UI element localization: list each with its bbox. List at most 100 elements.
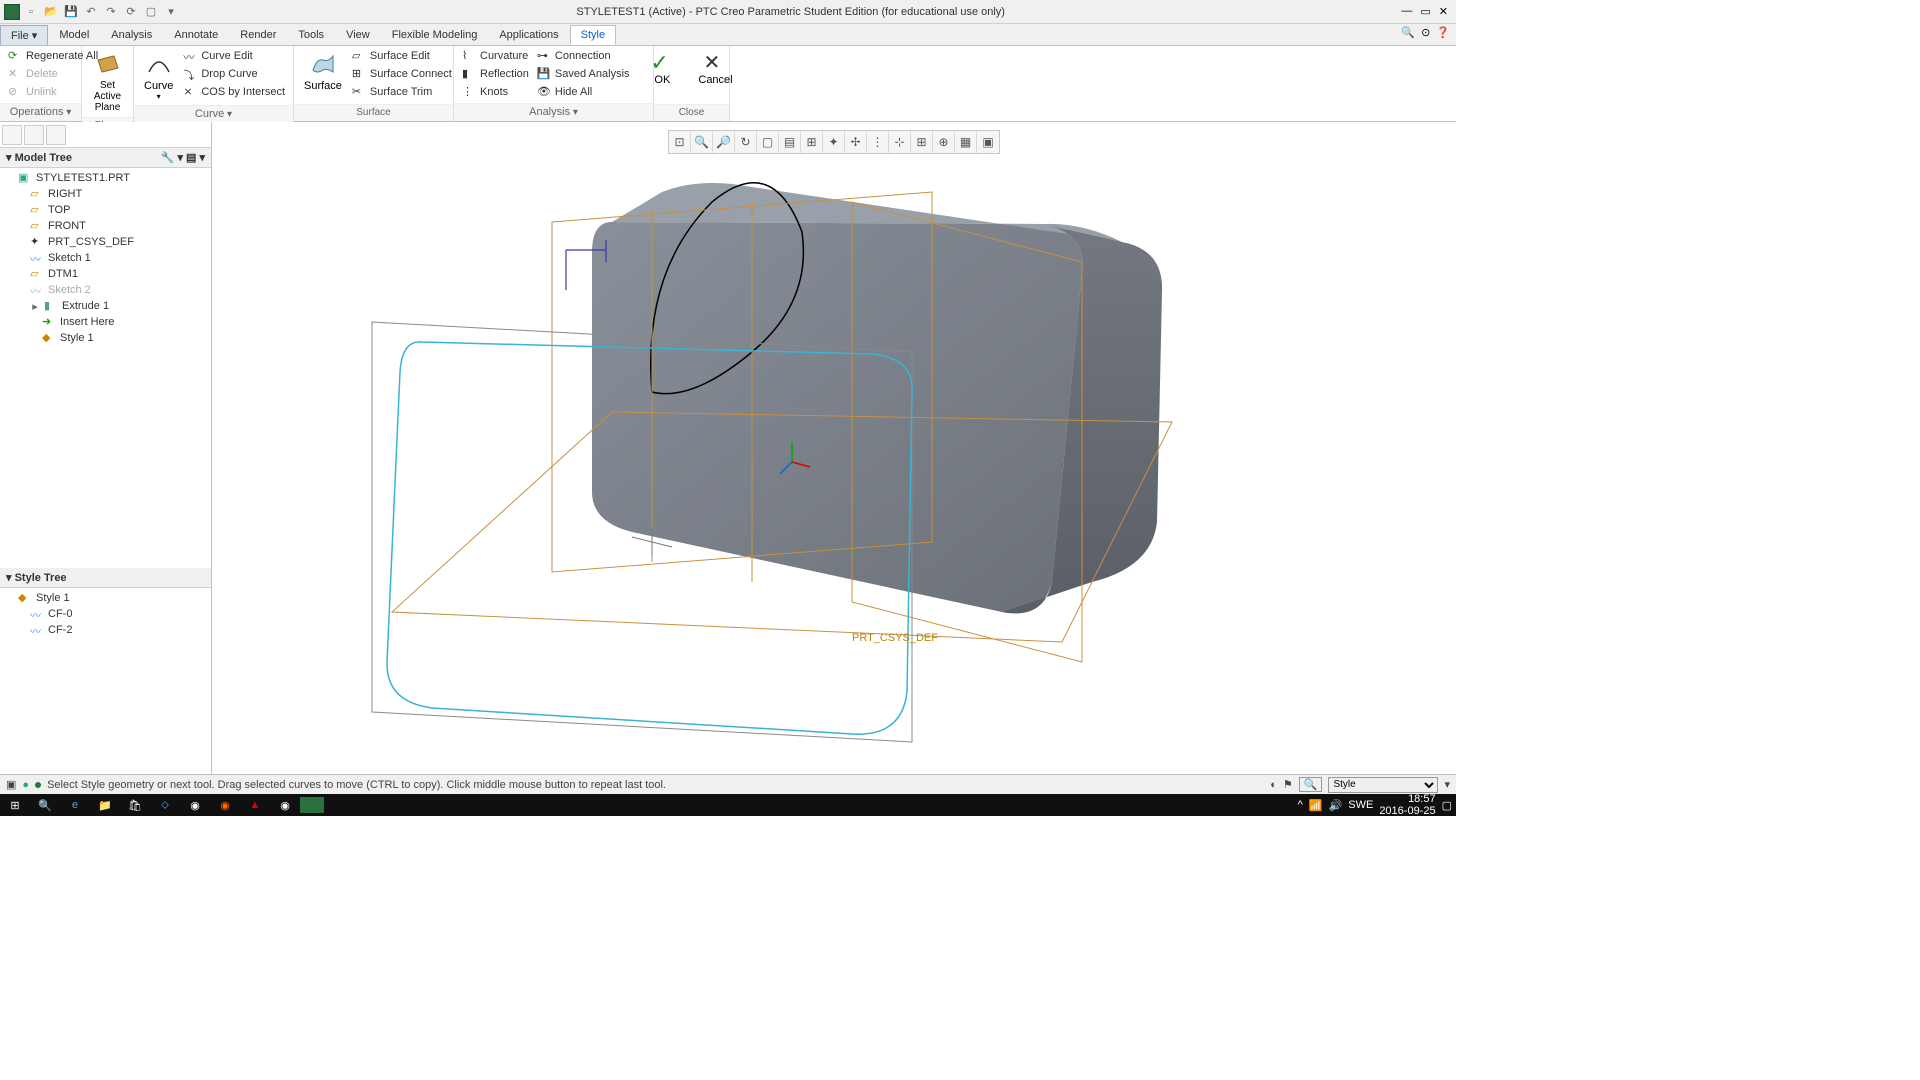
qat-regen[interactable]: ⟳ xyxy=(122,3,140,21)
tree-item-extrude1[interactable]: ▸▮Extrude 1 xyxy=(0,298,211,314)
creo-taskbar-icon[interactable] xyxy=(300,797,324,813)
firefox-icon[interactable]: ◉ xyxy=(210,794,240,816)
tab-file[interactable]: File ▾ xyxy=(0,25,48,45)
status-flag-1[interactable]: ◐ xyxy=(1270,779,1277,791)
ribbon-tabs: File ▾ Model Analysis Annotate Render To… xyxy=(0,24,1456,46)
viewport[interactable]: ⊡ 🔍 🔎 ↻ ▢ ▤ ⊞ ✦ ✢ ⋮ ⊹ ⊞ ⊕ ▦ ▣ xyxy=(212,122,1456,788)
help-icon[interactable]: ❓ xyxy=(1436,26,1450,39)
title-bar: ▫ 📂 💾 ↶ ↷ ⟳ ▢ ▾ STYLETEST1 (Active) - PT… xyxy=(0,0,1456,24)
qat-open[interactable]: 📂 xyxy=(42,3,60,21)
tray-wifi-icon[interactable]: 📶 xyxy=(1309,799,1323,812)
tree-item-right[interactable]: ▱RIGHT xyxy=(0,186,211,202)
surface-button[interactable]: Surface xyxy=(300,48,346,94)
status-find-icon[interactable]: 🔍 xyxy=(1299,777,1323,792)
cancel-button[interactable]: ✕Cancel xyxy=(690,48,740,88)
settings-icon[interactable]: ⊙ xyxy=(1421,26,1430,39)
status-message: Select Style geometry or next tool. Drag… xyxy=(47,779,666,791)
tab-analysis[interactable]: Analysis xyxy=(100,25,163,45)
tree-item-front[interactable]: ▱FRONT xyxy=(0,218,211,234)
chrome-icon[interactable]: ◉ xyxy=(180,794,210,816)
close-button[interactable]: ✕ xyxy=(1439,5,1448,18)
tab-flexible[interactable]: Flexible Modeling xyxy=(381,25,489,45)
status-mode-select[interactable]: Style xyxy=(1328,777,1438,793)
store-icon[interactable]: 🛍 xyxy=(120,794,150,816)
cos-by-intersect-button[interactable]: ⨯COS by Intersect xyxy=(181,84,287,100)
surface-edit-button[interactable]: ▱Surface Edit xyxy=(350,48,454,64)
tray-clock[interactable]: 18:572016-09-25 xyxy=(1379,793,1435,817)
adobe-icon[interactable]: ▲ xyxy=(240,794,270,816)
status-icon-1[interactable]: ▣ xyxy=(6,778,16,791)
dropbox-icon[interactable]: ⬦ xyxy=(150,794,180,816)
analysis-group-label: Analysis ▾ xyxy=(454,103,653,121)
surface-icon xyxy=(309,50,337,78)
tab-style[interactable]: Style xyxy=(570,25,616,45)
status-dropdown-icon[interactable]: ▾ xyxy=(1444,778,1450,791)
tree-tools-icon[interactable]: 🔧 ▾ ▤ ▾ xyxy=(161,151,205,164)
saved-analysis-button[interactable]: 💾Saved Analysis xyxy=(535,66,632,82)
surface-trim-button[interactable]: ✂Surface Trim xyxy=(350,84,454,100)
connection-button[interactable]: ⊶Connection xyxy=(535,48,632,64)
minimize-button[interactable]: — xyxy=(1401,5,1412,18)
maximize-button[interactable]: ▭ xyxy=(1420,5,1430,18)
tree-item-dtm1[interactable]: ▱DTM1 xyxy=(0,266,211,282)
tray-lang[interactable]: SWE xyxy=(1348,799,1373,811)
qat-undo[interactable]: ↶ xyxy=(82,3,100,21)
window-title: STYLETEST1 (Active) - PTC Creo Parametri… xyxy=(180,6,1401,18)
windows-taskbar: ⊞ 🔍 e 📁 🛍 ⬦ ◉ ◉ ▲ ◉ ^ 📶 🔊 SWE 18:572016-… xyxy=(0,794,1456,816)
style-tree-root[interactable]: ◆Style 1 xyxy=(0,590,211,606)
explorer-icon[interactable]: 📁 xyxy=(90,794,120,816)
start-button[interactable]: ⊞ xyxy=(0,794,30,816)
status-flag-2[interactable]: ⚑ xyxy=(1283,778,1293,791)
tab-applications[interactable]: Applications xyxy=(488,25,569,45)
tray-volume-icon[interactable]: 🔊 xyxy=(1329,799,1343,812)
tree-item-insert-here[interactable]: ➜Insert Here xyxy=(0,314,211,330)
tab-tools[interactable]: Tools xyxy=(287,25,335,45)
status-bar: ▣ ● Select Style geometry or next tool. … xyxy=(0,774,1456,794)
curvature-button[interactable]: ⌇Curvature xyxy=(460,48,531,64)
reflection-button[interactable]: ▮Reflection xyxy=(460,66,531,82)
tree-item-style1[interactable]: ◆Style 1 xyxy=(0,330,211,346)
tree-item-sketch2[interactable]: 〰Sketch 2 xyxy=(0,282,211,298)
tree-item-top[interactable]: ▱TOP xyxy=(0,202,211,218)
search-icon[interactable]: 🔍 xyxy=(1401,26,1415,39)
cancel-icon: ✕ xyxy=(704,50,728,74)
tab-model[interactable]: Model xyxy=(48,25,100,45)
tree-item-csys[interactable]: ✦PRT_CSYS_DEF xyxy=(0,234,211,250)
style-tree-header[interactable]: ▾ Style Tree xyxy=(0,568,211,588)
qat-new[interactable]: ▫ xyxy=(22,3,40,21)
drop-curve-button[interactable]: ⤵Drop Curve xyxy=(181,66,287,82)
curve-button[interactable]: Curve▾ xyxy=(140,48,177,103)
qat-windows[interactable]: ▢ xyxy=(142,3,160,21)
panel-tab-2[interactable] xyxy=(24,125,44,145)
steam-icon[interactable]: ◉ xyxy=(270,794,300,816)
tab-annotate[interactable]: Annotate xyxy=(163,25,229,45)
tree-root[interactable]: ▣STYLETEST1.PRT xyxy=(0,170,211,186)
tray-chevron-icon[interactable]: ^ xyxy=(1298,799,1303,811)
edge-icon[interactable]: e xyxy=(60,794,90,816)
tray-notifications-icon[interactable]: ▢ xyxy=(1442,799,1452,812)
status-icon-2[interactable]: ● xyxy=(22,779,29,791)
ok-button[interactable]: ✓OK xyxy=(642,48,682,88)
search-taskbar-button[interactable]: 🔍 xyxy=(30,794,60,816)
model-tree-header[interactable]: ▾ Model Tree 🔧 ▾ ▤ ▾ xyxy=(0,148,211,168)
knots-button[interactable]: ⋮Knots xyxy=(460,84,531,100)
panel-tab-1[interactable] xyxy=(2,125,22,145)
3d-render xyxy=(212,122,1456,762)
set-active-plane-button[interactable]: Set Active Plane xyxy=(88,48,127,115)
panel-tab-3[interactable] xyxy=(46,125,66,145)
tab-render[interactable]: Render xyxy=(229,25,287,45)
qat-close[interactable]: ▾ xyxy=(162,3,180,21)
curve-group-label: Curve ▾ xyxy=(134,105,293,123)
style-tree-cf0[interactable]: 〰CF-0 xyxy=(0,606,211,622)
style-tree-cf2[interactable]: 〰CF-2 xyxy=(0,622,211,638)
ribbon: ⟳Regenerate All ✕Delete ⊘Unlink Operatio… xyxy=(0,46,1456,122)
window-controls: — ▭ ✕ xyxy=(1401,5,1456,18)
tab-view[interactable]: View xyxy=(335,25,381,45)
qat-redo[interactable]: ↷ xyxy=(102,3,120,21)
tree-item-sketch1[interactable]: 〰Sketch 1 xyxy=(0,250,211,266)
qat-save[interactable]: 💾 xyxy=(62,3,80,21)
status-bullet-icon xyxy=(35,782,41,788)
surface-connect-button[interactable]: ⊞Surface Connect xyxy=(350,66,454,82)
hide-all-button[interactable]: 👁Hide All xyxy=(535,84,632,100)
curve-edit-button[interactable]: 〰Curve Edit xyxy=(181,48,287,64)
